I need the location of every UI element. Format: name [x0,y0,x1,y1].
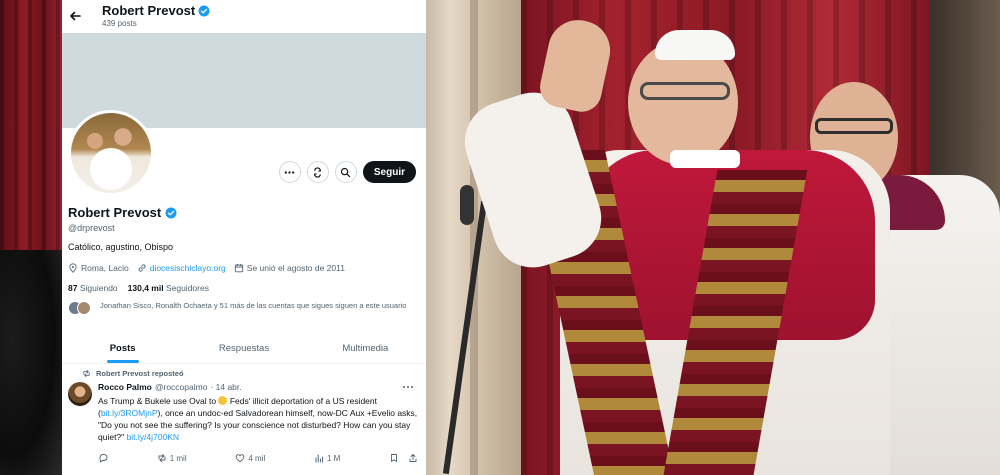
follower-avatars [68,301,96,315]
tweet-text: As Trump & Bukele use Oval to Feds' illi… [98,396,418,442]
tweet-author-avatar[interactable] [68,382,92,406]
tab-media[interactable]: Multimedia [305,334,426,363]
follow-button[interactable]: Seguir [362,161,416,183]
followers-stat[interactable]: 130,4 mil Seguidores [128,283,209,293]
more-dots-icon [285,170,295,174]
repost-icon [158,454,166,462]
followed-by-text: Jonathan Sisco, Ronalth Ochaeta y 51 más… [100,301,407,310]
calendar-icon [234,264,243,273]
repost-icon [83,369,90,378]
tweet-author-name[interactable]: Rocco Palmo [98,382,152,392]
follow-stats: 87 Siguiendo 130,4 mil Seguidores [68,283,209,293]
tweet-link-2[interactable]: bit.ly/4j700KN [127,432,179,442]
camera-operator-silhouette [0,250,62,475]
tab-posts[interactable]: Posts [62,334,183,363]
profile-website-link[interactable]: diocesischiclayo.org [150,263,226,273]
profile-actions: Seguir [278,161,416,183]
header-name: Robert Prevost [102,3,196,18]
bookmark-share-group [389,453,418,463]
emoji-icon [218,396,228,405]
profile-name: Robert Prevost [68,205,162,220]
more-dots-icon[interactable] [402,383,414,391]
tweet-actions: 1 mil 4 mil 1 M [98,453,418,463]
verified-badge-icon [198,5,210,16]
more-options-button[interactable] [278,161,301,183]
profile-tabs: Posts Respuestas Multimedia [62,334,426,364]
following-stat[interactable]: 87 Siguiendo [68,283,118,293]
search-icon [341,167,351,177]
heart-icon [236,454,245,463]
reply-icon [99,454,108,463]
profile-joined-date: Se unió el agosto de 2011 [246,263,345,273]
like-button[interactable]: 4 mil [235,453,265,463]
link-icon [138,264,146,272]
tweet-link-1[interactable]: bit.ly/3ROMjnP [101,408,158,418]
repost-count: 1 mil [169,453,187,463]
notifications-icon [314,166,322,178]
bookmark-icon[interactable] [389,453,399,463]
profile-meta: Roma, Lacio diocesischiclayo.org Se unió… [68,263,345,273]
back-arrow-icon[interactable] [67,8,83,24]
profile-bio: Católico, agustino, Obispo [68,242,174,252]
tab-replies[interactable]: Respuestas [183,334,304,363]
repost-button[interactable]: 1 mil [157,453,187,463]
share-icon[interactable] [408,453,418,463]
tweet-author-handle[interactable]: @roccopalmo [155,382,208,392]
repost-label: Robert Prevost reposteó [96,369,184,378]
profile-topbar: Robert Prevost 439 posts [62,0,426,33]
subscribe-button[interactable] [306,161,329,183]
followed-by-row[interactable]: Jonathan Sisco, Ronalth Ochaeta y 51 más… [68,301,420,315]
profile-card: Robert Prevost 439 posts Seguir Robert P… [62,0,426,475]
profile-avatar[interactable] [68,110,154,196]
microphone [460,185,474,225]
views-count: 1 M [326,453,341,463]
white-zucchetto [655,30,735,60]
repost-indicator: Robert Prevost reposteó [82,369,184,378]
views-button[interactable]: 1 M [314,453,340,463]
reply-button[interactable] [98,453,108,463]
profile-handle: @drprevost [68,223,115,233]
profile-location: Roma, Lacio [81,263,129,273]
tweet-date[interactable]: · 14 abr. [210,382,241,392]
like-count: 4 mil [248,453,266,463]
views-chart-icon [315,454,324,463]
location-pin-icon [69,263,77,273]
header-posts-count: 439 posts [102,19,137,28]
mini-avatar [77,301,91,315]
tweet-header: Rocco Palmo @roccopalmo · 14 abr. [98,382,242,392]
search-profile-button[interactable] [334,161,357,183]
verified-badge-icon [165,207,177,218]
